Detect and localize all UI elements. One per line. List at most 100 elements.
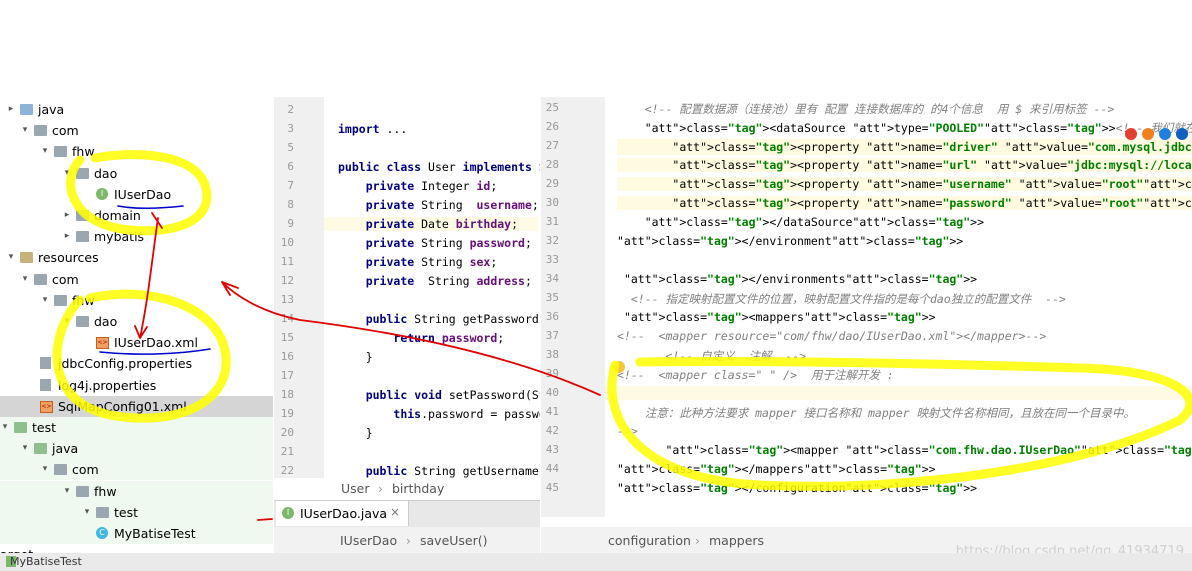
line-number: 19 <box>280 407 294 420</box>
chevron-right-icon: › <box>695 533 700 548</box>
breadcrumb-field[interactable]: birthday <box>392 481 444 496</box>
code-line[interactable]: "att">class="tag"><mapper "att">class="c… <box>617 443 1192 457</box>
tree-item-label: com <box>72 462 99 478</box>
folder-icon <box>54 464 67 476</box>
chevron-down-icon[interactable]: ▾ <box>20 438 30 459</box>
tree-item[interactable]: log4j.properties <box>0 375 273 396</box>
chevron-right-icon[interactable]: ▸ <box>6 99 16 120</box>
firefox-icon[interactable] <box>1142 128 1154 140</box>
tree-item[interactable]: jdbcConfig.properties <box>0 353 273 374</box>
tree-item[interactable]: ▸ domain <box>0 205 273 226</box>
code-line[interactable]: "att">class="tag"></mappers"att">class="… <box>617 462 936 476</box>
close-icon[interactable]: × <box>390 505 400 519</box>
code-line[interactable]: private String username; <box>338 198 539 212</box>
code-line[interactable] <box>605 386 1192 400</box>
code-line[interactable]: this.password = passwor <box>338 407 540 421</box>
status-bar: MyBatiseTest <box>0 553 1192 571</box>
code-line[interactable]: "att">class="tag"></environments"att">cl… <box>617 272 977 286</box>
code-line[interactable]: public String getUsername() <box>338 464 540 478</box>
code-line[interactable]: private String sex; <box>338 255 498 269</box>
tree-item[interactable]: ▸ mybatis <box>0 226 273 247</box>
code-line[interactable]: return password; <box>338 331 504 345</box>
code-line[interactable]: import ... <box>338 122 407 136</box>
chevron-down-icon[interactable]: ▾ <box>0 417 10 438</box>
crumb-configuration[interactable]: configuration <box>608 533 691 548</box>
tree-item[interactable]: I IUserDao <box>0 184 273 205</box>
tree-item[interactable]: ▾ com <box>0 459 273 481</box>
code-line[interactable]: } <box>338 350 373 364</box>
chevron-right-icon[interactable]: ▸ <box>62 205 72 226</box>
code-line[interactable]: --> <box>617 424 638 438</box>
tree-item[interactable]: ▾ dao <box>0 163 273 184</box>
crumb-interface[interactable]: IUserDao <box>340 533 397 548</box>
code-line[interactable]: } <box>338 426 373 440</box>
tree-item-label: mybatis <box>94 229 145 245</box>
code-line[interactable]: private String password; <box>338 236 532 250</box>
line-number: 28 <box>545 158 559 171</box>
tree-item[interactable]: ▾ dao <box>0 311 273 332</box>
tree-item-label: test <box>32 420 57 435</box>
ie-icon[interactable] <box>1159 128 1171 140</box>
code-line[interactable]: "att">class="tag"></dataSource"att">clas… <box>617 215 984 229</box>
code-line[interactable]: "att">class="tag"></configuration"att">c… <box>617 481 977 495</box>
tree-item[interactable]: ▾ test <box>0 417 273 438</box>
chevron-down-icon[interactable]: ▾ <box>62 163 72 184</box>
interface-icon: I <box>282 507 294 519</box>
tree-item[interactable]: ▾ java <box>0 438 273 460</box>
code-line[interactable]: "att">class="tag"><dataSource "att">type… <box>617 120 1192 136</box>
tree-item-label: resources <box>38 250 99 266</box>
code-line[interactable]: "att">class="tag"></environment"att">cla… <box>617 234 963 248</box>
code-line[interactable]: 注意：此种方法要求 mapper 接口名称和 mapper 映射文件名称相同，且… <box>617 405 1135 421</box>
chevron-down-icon[interactable]: ▾ <box>82 502 92 523</box>
code-line[interactable]: "att">class="tag"><property "att">name="… <box>617 177 1192 191</box>
tree-item-label: fhw <box>72 292 95 308</box>
tree-item[interactable]: ▾ com <box>0 120 273 141</box>
chrome-icon[interactable] <box>1125 128 1137 140</box>
folder-icon <box>76 231 89 243</box>
code-line[interactable]: private String address; <box>338 274 532 288</box>
chevron-down-icon[interactable]: ▾ <box>40 459 50 480</box>
code-line[interactable]: <!-- 指定映射配置文件的位置，映射配置文件指的是每个dao独立的配置文件 -… <box>617 291 1066 307</box>
chevron-right-icon[interactable]: ▸ <box>62 226 72 247</box>
java-editor[interactable]: import ... public class User implements S… <box>324 97 540 497</box>
tree-item[interactable]: <> IUserDao.xml <box>0 332 273 353</box>
run-config-label[interactable]: MyBatiseTest <box>10 553 82 571</box>
edge-icon[interactable] <box>1176 128 1188 140</box>
tree-item[interactable]: C MyBatiseTest <box>0 523 273 544</box>
code-line[interactable]: "att">class="tag"><property "att">name="… <box>617 196 1192 210</box>
tree-item[interactable]: ▸ java <box>0 99 273 120</box>
tree-item[interactable]: ▾ fhw <box>0 480 273 502</box>
tree-item[interactable]: ▾ com <box>0 269 273 290</box>
chevron-down-icon[interactable]: ▾ <box>20 120 30 141</box>
code-line[interactable]: "att">class="tag"><property "att">name="… <box>617 158 1192 172</box>
code-line[interactable]: public void setPassword(Stri <box>338 388 540 402</box>
code-line[interactable]: private Integer id; <box>338 179 498 193</box>
lightbulb-icon[interactable] <box>613 361 625 373</box>
code-line[interactable]: <!-- <mapper resource="com/fhw/dao/IUser… <box>617 329 1046 343</box>
code-line[interactable]: private Date birthday; <box>324 217 538 231</box>
tab-iuserdao-java[interactable]: I IUserDao.java × <box>276 501 409 526</box>
chevron-down-icon[interactable]: ▾ <box>62 311 72 332</box>
chevron-down-icon[interactable]: ▾ <box>40 290 50 311</box>
code-line[interactable]: <!-- 自定义 注解 --> <box>617 348 806 364</box>
chevron-down-icon[interactable]: ▾ <box>6 247 16 268</box>
crumb-method[interactable]: saveUser() <box>420 533 488 548</box>
code-line[interactable]: <!-- <mapper class=" " /> 用于注解开发 : <box>617 367 894 383</box>
line-number: 22 <box>280 464 294 477</box>
crumb-mappers[interactable]: mappers <box>709 533 764 548</box>
tree-item[interactable]: ▾ fhw <box>0 290 273 311</box>
code-line[interactable]: <!-- 配置数据源（连接池）里有 配置 连接数据库的 的4个信息 用 $ 来引… <box>617 101 1115 117</box>
tree-item[interactable]: ▾ resources <box>0 247 273 268</box>
tree-item[interactable]: ▾ fhw <box>0 141 273 162</box>
breadcrumb-class[interactable]: User <box>341 481 370 496</box>
code-line[interactable]: public String getPassword() <box>338 312 540 326</box>
chevron-down-icon[interactable]: ▾ <box>20 269 30 290</box>
tree-item[interactable]: <> SqlMapConfig01.xml <box>0 395 273 417</box>
chevron-down-icon[interactable]: ▾ <box>62 481 72 502</box>
chevron-down-icon[interactable]: ▾ <box>40 141 50 162</box>
code-line[interactable]: "att">class="tag"><mappers"att">class="t… <box>617 310 936 324</box>
code-line[interactable]: public class User implements S <box>338 160 540 174</box>
xml-editor[interactable]: <!-- 配置数据源（连接池）里有 配置 连接数据库的 的4个信息 用 $ 来引… <box>605 97 1192 527</box>
tree-item[interactable]: ▾ test <box>0 501 273 523</box>
code-line[interactable]: "att">class="tag"><property "att">name="… <box>617 139 1192 155</box>
